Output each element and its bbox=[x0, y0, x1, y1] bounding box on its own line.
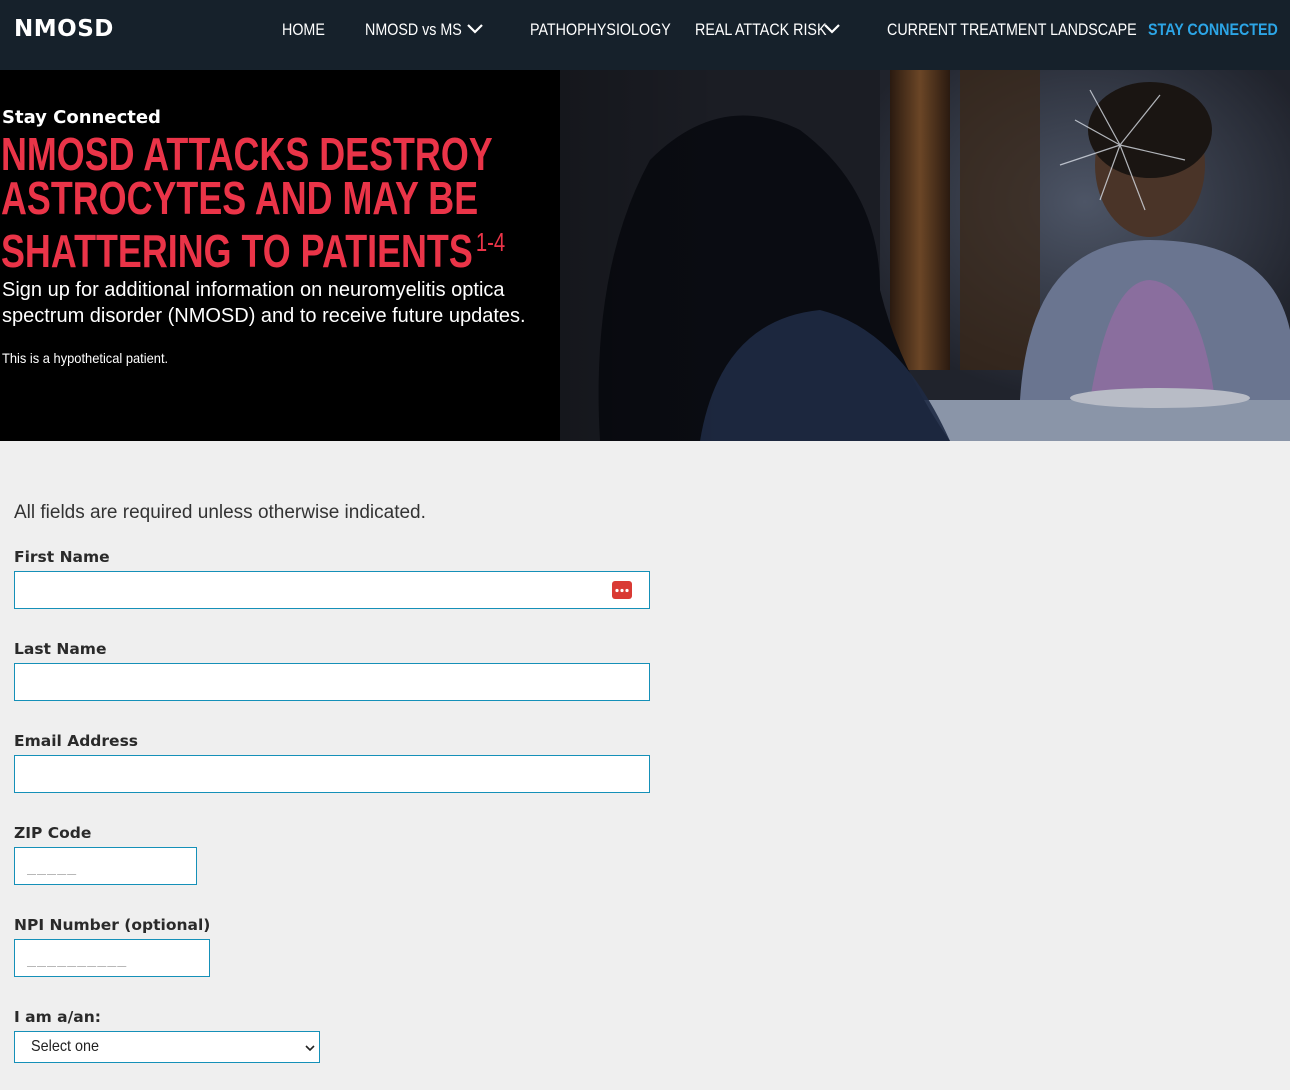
role-selected-value: Select one bbox=[31, 1038, 100, 1055]
top-navigation: NMOSD HOME NMOSD vs MS PATHOPHYSIOLOGY R… bbox=[0, 0, 1290, 70]
nav-nmosd-vs-ms[interactable]: NMOSD vs MS bbox=[365, 20, 462, 40]
nav-pathophysiology[interactable]: PATHOPHYSIOLOGY bbox=[530, 20, 671, 40]
description-line: spectrum disorder (NMOSD) and to receive… bbox=[2, 305, 526, 327]
nav-current-treatment-landscape[interactable]: CURRENT TREATMENT LANDSCAPE bbox=[887, 20, 1137, 40]
chevron-down-icon[interactable] bbox=[466, 22, 484, 36]
email-input[interactable] bbox=[14, 755, 650, 793]
hero-headline: NMOSD ATTACKS DESTROY ASTROCYTES AND MAY… bbox=[1, 128, 563, 277]
npi-number-input[interactable] bbox=[14, 939, 210, 977]
site-logo[interactable]: NMOSD bbox=[14, 16, 114, 42]
description-line: Sign up for additional information on ne… bbox=[2, 279, 505, 301]
chevron-down-icon bbox=[305, 1045, 315, 1052]
role-label: I am a/an: bbox=[14, 1008, 101, 1026]
headline-line: NMOSD ATTACKS DESTROY bbox=[1, 128, 493, 180]
npi-number-label: NPI Number (optional) bbox=[14, 916, 211, 934]
last-name-input[interactable] bbox=[14, 663, 650, 701]
hero-eyebrow: Stay Connected bbox=[2, 107, 161, 128]
form-instructions: All fields are required unless otherwise… bbox=[14, 502, 426, 523]
role-select[interactable]: Select one bbox=[14, 1031, 320, 1063]
hero-description: Sign up for additional information on ne… bbox=[2, 277, 542, 329]
chevron-down-icon[interactable] bbox=[823, 22, 841, 36]
hypothetical-patient-note: This is a hypothetical patient. bbox=[2, 350, 169, 366]
first-name-label: First Name bbox=[14, 548, 110, 566]
nav-home[interactable]: HOME bbox=[282, 20, 325, 40]
headline-line: SHATTERING TO PATIENTS 1-4 bbox=[1, 225, 506, 277]
zip-code-input[interactable] bbox=[14, 847, 197, 885]
zip-code-label: ZIP Code bbox=[14, 824, 92, 842]
last-name-label: Last Name bbox=[14, 640, 107, 658]
email-label: Email Address bbox=[14, 732, 139, 750]
first-name-input[interactable] bbox=[14, 571, 650, 609]
autofill-key-icon[interactable] bbox=[612, 581, 632, 599]
nav-real-attack-risk[interactable]: REAL ATTACK RISK bbox=[695, 20, 826, 40]
headline-line: ASTROCYTES AND MAY BE bbox=[1, 172, 479, 224]
reference-superscript: 1-4 bbox=[475, 227, 506, 257]
nav-stay-connected[interactable]: STAY CONNECTED bbox=[1148, 20, 1278, 40]
hero-banner: Stay Connected NMOSD ATTACKS DESTROY AST… bbox=[0, 70, 1290, 441]
